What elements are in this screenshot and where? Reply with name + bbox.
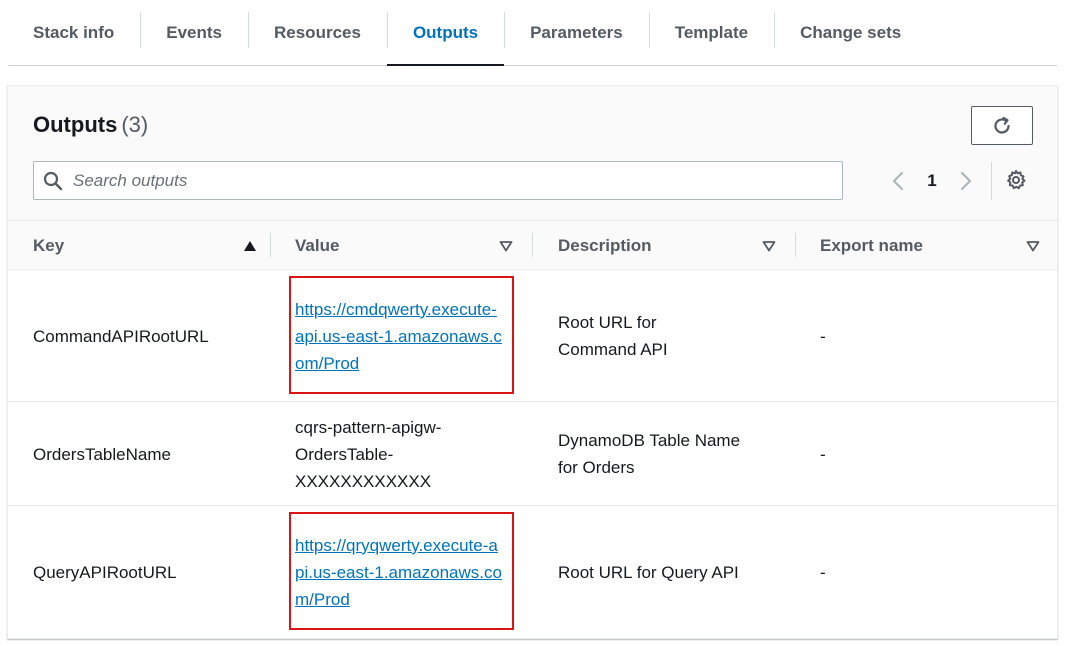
- gear-icon: [1007, 170, 1026, 190]
- search-box: [33, 161, 843, 200]
- table-row: QueryAPIRootURL https://qryqwerty.execut…: [8, 506, 1057, 638]
- column-divider: [532, 233, 533, 257]
- chevron-right-icon: [960, 171, 972, 191]
- previous-page-button[interactable]: [886, 166, 910, 196]
- tab-change-sets[interactable]: Change sets: [774, 0, 927, 65]
- sort-descending-icon: [499, 239, 513, 253]
- output-description: Root URL for Command API: [558, 313, 668, 359]
- output-description-cell: DynamoDB Table Name for Orders: [558, 402, 758, 506]
- output-value-cell: cqrs-pattern-apigw-OrdersTable-XXXXXXXXX…: [295, 402, 495, 506]
- output-key: OrdersTableName: [33, 444, 171, 464]
- panel-header: Outputs(3) 1: [8, 86, 1057, 221]
- column-header-export-name[interactable]: Export name: [820, 221, 1040, 270]
- column-header-description[interactable]: Description: [558, 221, 776, 270]
- refresh-icon: [994, 116, 1010, 134]
- chevron-left-icon: [892, 171, 904, 191]
- search-input[interactable]: [73, 170, 813, 191]
- outputs-panel: Outputs(3) 1: [7, 85, 1058, 639]
- output-description-cell: Root URL for Query API: [558, 506, 778, 638]
- pagination: 1: [886, 166, 978, 196]
- preferences-button[interactable]: [1004, 168, 1028, 192]
- refresh-button[interactable]: [971, 106, 1033, 145]
- output-export-name: -: [820, 444, 826, 464]
- output-key: CommandAPIRootURL: [33, 326, 209, 346]
- panel-title: Outputs (3): [33, 112, 148, 138]
- table-row: OrdersTableName cqrs-pattern-apigw-Order…: [8, 402, 1057, 506]
- outputs-table: Key Value Description Export name Comman…: [8, 221, 1057, 638]
- column-label-export-name: Export name: [820, 235, 923, 255]
- output-value-text: cqrs-pattern-apigw-OrdersTable-XXXXXXXXX…: [295, 417, 442, 491]
- output-description-cell: Root URL for Command API: [558, 270, 738, 402]
- panel-title-text: Outputs: [33, 112, 118, 137]
- column-label-key: Key: [33, 235, 65, 255]
- sort-ascending-icon: [243, 239, 257, 253]
- page-number[interactable]: 1: [920, 171, 944, 191]
- output-export-name: -: [820, 326, 826, 346]
- output-key: QueryAPIRootURL: [33, 562, 177, 582]
- output-description: DynamoDB Table Name for Orders: [558, 431, 741, 477]
- sort-descending-icon: [1026, 239, 1040, 253]
- next-page-button[interactable]: [954, 166, 978, 196]
- output-value-link[interactable]: https://cmdqwerty.execute-api.us-east-1.…: [295, 296, 505, 377]
- sort-descending-icon: [762, 239, 776, 253]
- output-count: (3): [121, 112, 149, 137]
- output-value-link[interactable]: https://qryqwerty.execute-api.us-east-1.…: [295, 532, 505, 613]
- tab-template[interactable]: Template: [648, 0, 774, 65]
- tab-stack-info[interactable]: Stack info: [8, 0, 140, 65]
- table-row: CommandAPIRootURL https://cmdqwerty.exec…: [8, 270, 1057, 402]
- output-export-name: -: [820, 562, 826, 582]
- column-header-key[interactable]: Key: [33, 221, 257, 270]
- output-description: Root URL for Query API: [558, 562, 739, 582]
- tab-events[interactable]: Events: [140, 0, 248, 65]
- tab-resources[interactable]: Resources: [248, 0, 387, 65]
- search-icon: [43, 171, 63, 191]
- pagination-divider: [991, 162, 992, 200]
- tab-outputs[interactable]: Outputs: [386, 0, 505, 66]
- tab-bar: Stack info Events Resources Outputs Para…: [8, 0, 1057, 66]
- table-header: Key Value Description Export name: [8, 221, 1057, 270]
- column-label-value: Value: [295, 235, 340, 255]
- output-value-cell: https://qryqwerty.execute-api.us-east-1.…: [295, 506, 505, 638]
- column-divider: [795, 233, 796, 257]
- column-header-value[interactable]: Value: [295, 221, 513, 270]
- column-label-description: Description: [558, 235, 652, 255]
- tab-parameters[interactable]: Parameters: [504, 0, 649, 65]
- output-value-cell: https://cmdqwerty.execute-api.us-east-1.…: [295, 270, 505, 402]
- column-divider: [270, 233, 271, 257]
